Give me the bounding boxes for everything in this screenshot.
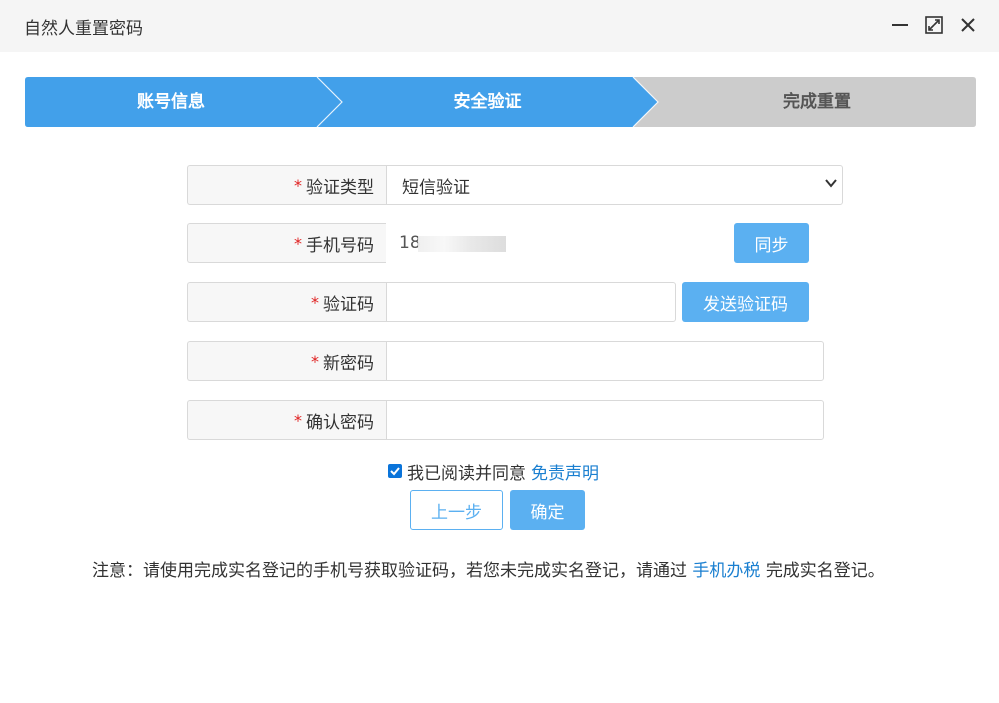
required-mark: * xyxy=(294,175,302,195)
code-label: * 验证码 xyxy=(187,282,386,322)
verify-type-label: * 验证类型 xyxy=(187,165,386,205)
new-password-label-text: 新密码 xyxy=(323,353,374,374)
verify-type-value: 短信验证 xyxy=(402,177,470,198)
confirm-password-input[interactable] xyxy=(387,401,823,439)
step-complete-reset: 完成重置 xyxy=(783,92,851,112)
notice-text: 注意：请使用完成实名登记的手机号获取验证码，若您未完成实名登记，请通过 手机办税… xyxy=(92,556,885,581)
code-row: * 验证码 xyxy=(187,282,676,322)
code-field[interactable] xyxy=(386,282,676,322)
mobile-tax-link[interactable]: 手机办税 xyxy=(692,561,760,581)
agreement-text: 我已阅读并同意 xyxy=(407,463,526,484)
phone-mask xyxy=(418,236,506,252)
send-code-button[interactable]: 发送验证码 xyxy=(682,282,809,322)
minimize-icon[interactable] xyxy=(889,14,911,36)
check-icon xyxy=(390,467,400,476)
new-password-label: * 新密码 xyxy=(187,341,386,381)
confirm-password-row: * 确认密码 xyxy=(187,400,824,440)
verify-type-label-text: 验证类型 xyxy=(306,177,374,198)
step-security-verify: 安全验证 xyxy=(453,92,522,112)
required-mark: * xyxy=(311,351,319,371)
required-mark: * xyxy=(294,410,302,430)
phone-value: 18 xyxy=(386,223,549,263)
confirm-password-field[interactable] xyxy=(386,400,824,440)
agreement-row: 我已阅读并同意 免责声明 xyxy=(388,459,599,484)
phone-label: * 手机号码 xyxy=(187,223,386,263)
new-password-field[interactable] xyxy=(386,341,824,381)
required-mark: * xyxy=(311,292,319,312)
close-icon[interactable] xyxy=(957,14,979,36)
notice-suffix: 完成实名登记。 xyxy=(765,561,885,581)
step-account-info: 账号信息 xyxy=(137,92,205,112)
required-mark: * xyxy=(294,233,302,253)
disclaimer-link[interactable]: 免责声明 xyxy=(531,459,599,484)
window-titlebar: 自然人重置密码 xyxy=(0,0,999,52)
code-label-text: 验证码 xyxy=(323,294,374,315)
sync-button[interactable]: 同步 xyxy=(734,223,809,263)
confirm-password-label: * 确认密码 xyxy=(187,400,386,440)
prev-step-button[interactable]: 上一步 xyxy=(410,490,503,530)
notice-prefix: 注意：请使用完成实名登记的手机号获取验证码，若您未完成实名登记，请通过 xyxy=(92,561,687,581)
phone-label-text: 手机号码 xyxy=(306,235,374,256)
verify-type-row: * 验证类型 短信验证 xyxy=(187,165,843,205)
agreement-checkbox[interactable] xyxy=(388,464,402,478)
chevron-down-icon xyxy=(824,175,838,195)
confirm-button[interactable]: 确定 xyxy=(510,490,585,530)
window-controls xyxy=(889,14,979,36)
new-password-row: * 新密码 xyxy=(187,341,824,381)
confirm-password-label-text: 确认密码 xyxy=(306,412,374,433)
maximize-icon[interactable] xyxy=(923,14,945,36)
step-progress-bar: 账号信息 安全验证 完成重置 xyxy=(25,77,976,127)
code-input[interactable] xyxy=(387,283,675,321)
window-title: 自然人重置密码 xyxy=(24,18,143,39)
new-password-input[interactable] xyxy=(387,342,823,380)
phone-row: * 手机号码 18 xyxy=(187,223,549,263)
verify-type-select[interactable]: 短信验证 xyxy=(386,165,843,205)
